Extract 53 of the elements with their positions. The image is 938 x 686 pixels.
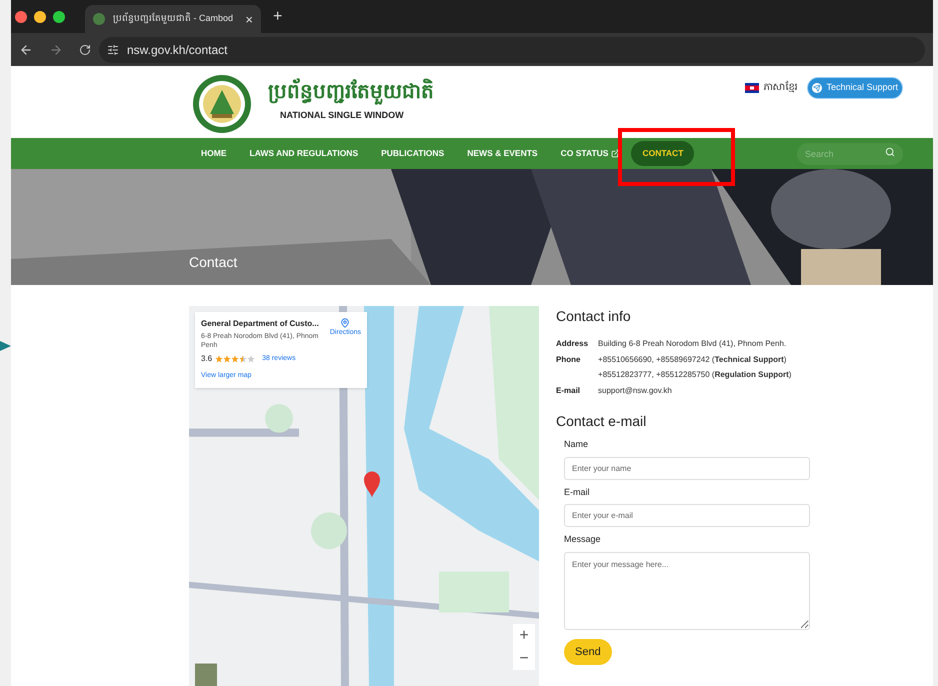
search-field[interactable]: Search [797,143,903,166]
forward-icon[interactable] [49,42,63,56]
search-icon[interactable] [885,147,895,158]
contact-info-heading: Contact info [556,307,632,326]
close-window-icon[interactable] [15,10,27,22]
language-link[interactable]: ភាសាខ្មែរ [763,80,798,96]
browser-tab[interactable]: ប្រព័ន្ធបញ្ជរតែមួយជាតិ - Cambod × [85,5,261,33]
zoom-in-button[interactable]: + [513,624,535,647]
logo-title: ប្រព័ន្ធបញ្ជរតែមួយជាតិ [268,80,434,104]
info-label: Phone [556,354,582,366]
maximize-window-icon[interactable] [53,10,65,22]
pointer-arrow-icon [0,340,12,352]
url-text: nsw.gov.kh/contact [127,42,228,58]
minimize-window-icon[interactable] [34,10,46,22]
info-value: +85510656690, +85589697242 (Technical Support) [598,354,788,366]
place-title: General Department of Custo... [201,318,320,330]
input-field[interactable]: Enter your e-mail [564,504,810,527]
nav-link[interactable]: NEWS & EVENTS [467,140,538,166]
external-link-icon [611,148,620,158]
nav-link[interactable]: CO STATUS [560,140,620,166]
field-label: Message [564,533,602,546]
zoom-out-button[interactable]: − [513,647,535,670]
message-field[interactable]: Enter your message here... [564,552,810,630]
site-favicon [93,13,105,25]
info-label: Address [556,338,588,350]
rating-value: 3.6 [201,353,212,365]
telegram-icon [812,82,822,93]
info-value: support@nsw.gov.kh [598,385,673,397]
tab-title: ប្រព័ន្ធបញ្ជរតែមួយជាតិ - Cambod [113,12,234,26]
close-tab-button[interactable]: × [245,12,253,26]
flag-icon [745,82,760,93]
field-label: E-mail [564,486,591,498]
reload-icon[interactable] [79,44,91,56]
emblem-logo [192,74,252,134]
logo-subtitle: NATIONAL SINGLE WINDOW [280,109,405,122]
field-label: Name [564,438,590,451]
address-bar[interactable]: nsw.gov.kh/contact [99,36,925,62]
back-icon[interactable] [19,42,33,56]
site-settings-icon[interactable] [107,44,119,56]
send-button[interactable]: Send [564,638,612,665]
nav-link[interactable]: LAWS AND REGULATIONS [250,140,358,166]
technical-support-button[interactable]: Technical Support [807,77,903,98]
nav-link[interactable]: CONTACT [631,140,694,166]
info-value: Building 6-8 Preah Norodom Blvd (41), Phnom Penh. [598,338,788,350]
info-label: E-mail [556,385,582,397]
new-tab-button[interactable]: + [273,4,282,28]
input-field[interactable]: Enter your name [564,456,810,480]
nav-link[interactable]: PUBLICATIONS [381,140,444,166]
contact-email-heading: Contact e-mail [556,412,648,431]
nav-link[interactable]: HOME [201,140,226,166]
info-value: +85512823777, +85512285750 (Regulation Support) [598,369,792,381]
page-title: Contact [189,253,238,272]
directions-icon [340,318,350,328]
